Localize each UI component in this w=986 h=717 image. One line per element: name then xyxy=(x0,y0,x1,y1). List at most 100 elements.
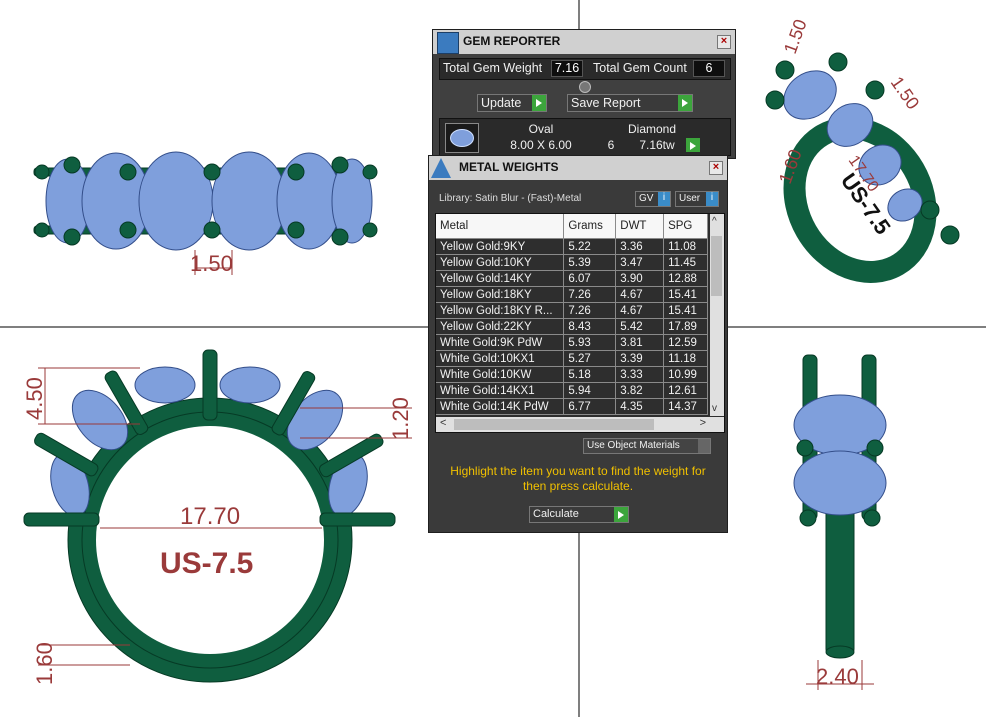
table-row[interactable]: White Gold:10KX1 5.27 3.39 11.18 xyxy=(436,350,708,367)
table-cell: 7.26 xyxy=(563,302,617,319)
table-cell: 11.08 xyxy=(663,238,708,255)
column-header[interactable]: Metal xyxy=(436,214,565,239)
column-header[interactable]: DWT xyxy=(615,214,665,239)
table-row[interactable]: Yellow Gold:22KY 8.43 5.42 17.89 xyxy=(436,318,708,335)
table-cell: 8.43 xyxy=(563,318,617,335)
table-cell: 6.07 xyxy=(563,270,617,287)
flask-icon xyxy=(431,158,451,178)
use-object-materials-button[interactable]: Use Object Materials xyxy=(583,438,711,454)
table-cell: 17.89 xyxy=(663,318,708,335)
table-cell: 3.47 xyxy=(615,254,665,271)
scroll-down-icon[interactable]: v xyxy=(712,403,717,414)
gem-reporter-app-icon xyxy=(437,32,459,54)
save-report-button-label: Save Report xyxy=(571,96,641,110)
table-row[interactable]: White Gold:14K PdW 6.77 4.35 14.37 xyxy=(436,398,708,415)
table-cell: 5.39 xyxy=(563,254,617,271)
table-cell: 12.59 xyxy=(663,334,708,351)
perspective-dimension: 1.50 xyxy=(887,73,923,113)
table-row[interactable]: Yellow Gold:14KY 6.07 3.90 12.88 xyxy=(436,270,708,287)
table-cell: 15.41 xyxy=(663,302,708,319)
gem-reporter-titlebar[interactable]: GEM REPORTER × xyxy=(433,30,735,54)
table-cell: 3.82 xyxy=(615,382,665,399)
info-icon: i xyxy=(658,192,670,206)
toggle-icon xyxy=(698,439,710,453)
table-cell: 5.18 xyxy=(563,366,617,383)
gv-button-label: GV xyxy=(639,193,654,204)
table-cell: 10.99 xyxy=(663,366,708,383)
play-arrow-icon xyxy=(686,138,700,152)
table-cell: Yellow Gold:10KY xyxy=(436,254,565,271)
update-button[interactable]: Update xyxy=(477,94,547,112)
table-cell: 3.33 xyxy=(615,366,665,383)
total-gem-weight-label: Total Gem Weight xyxy=(443,61,543,75)
table-row[interactable]: Yellow Gold:18KY R... 7.26 4.67 15.41 xyxy=(436,302,708,319)
user-button[interactable]: User i xyxy=(675,191,719,207)
gem-reporter-panel: GEM REPORTER × Total Gem Weight 7.16 Tot… xyxy=(432,29,736,159)
table-cell: 5.27 xyxy=(563,350,617,367)
close-icon[interactable]: × xyxy=(717,35,731,49)
update-button-label: Update xyxy=(481,96,522,110)
front-height-dimension: 4.50 xyxy=(22,377,47,420)
scroll-left-icon[interactable]: < xyxy=(440,417,446,429)
gem-row-arrow-button[interactable] xyxy=(686,138,700,152)
vertical-scrollbar[interactable]: ^ v xyxy=(710,214,724,416)
column-header[interactable]: Grams xyxy=(563,214,617,239)
use-object-materials-label: Use Object Materials xyxy=(587,440,680,451)
scrollbar-thumb[interactable] xyxy=(454,419,654,430)
table-cell: Yellow Gold:18KY xyxy=(436,286,565,303)
oval-gem-thumbnail-icon xyxy=(445,123,479,153)
table-row[interactable]: Yellow Gold:10KY 5.39 3.47 11.45 xyxy=(436,254,708,271)
library-label: Library: Satin Blur - (Fast)-Metal xyxy=(439,193,582,204)
collapse-handle-icon[interactable] xyxy=(579,81,591,93)
table-cell: White Gold:14KX1 xyxy=(436,382,565,399)
top-width-dimension: 1.50 xyxy=(190,251,233,276)
play-arrow-icon xyxy=(678,95,692,111)
table-cell: 3.36 xyxy=(615,238,665,255)
gem-stone xyxy=(211,151,287,251)
table-cell: 3.39 xyxy=(615,350,665,367)
gem-shape: Oval xyxy=(528,122,554,136)
table-row[interactable]: White Gold:10KW 5.18 3.33 10.99 xyxy=(436,366,708,383)
table-cell: 11.45 xyxy=(663,254,708,271)
save-report-button[interactable]: Save Report xyxy=(567,94,693,112)
table-cell: 5.42 xyxy=(615,318,665,335)
gem-weight: 7.16tw xyxy=(639,138,675,152)
front-band-dimension: 1.20 xyxy=(388,397,413,440)
gem-size: 8.00 X 6.00 xyxy=(510,138,572,152)
metal-weights-panel: METAL WEIGHTS × Library: Satin Blur - (F… xyxy=(428,155,728,533)
play-arrow-icon xyxy=(532,95,546,111)
front-view: 4.50 1.20 17.70 US-7.5 1.60 xyxy=(22,349,413,685)
table-cell: Yellow Gold:14KY xyxy=(436,270,565,287)
gem-reporter-title: GEM REPORTER xyxy=(463,34,561,48)
front-diameter-dimension: 17.70 xyxy=(180,503,240,530)
table-cell: White Gold:9K PdW xyxy=(436,334,565,351)
side-width-dimension: 2.40 xyxy=(816,664,859,689)
calculate-button[interactable]: Calculate xyxy=(529,506,629,523)
metal-weights-titlebar[interactable]: METAL WEIGHTS × xyxy=(429,156,727,180)
table-cell: White Gold:10KX1 xyxy=(436,350,565,367)
metal-table-container[interactable]: Metal Grams DWT SPG Yellow Gold:9KY 5.22 3… xyxy=(435,213,725,433)
scrollbar-thumb[interactable] xyxy=(711,236,722,296)
horizontal-scrollbar[interactable]: < > xyxy=(436,417,724,432)
user-button-label: User xyxy=(679,193,701,204)
table-cell: 7.26 xyxy=(563,286,617,303)
table-row[interactable]: Yellow Gold:9KY 5.22 3.36 11.08 xyxy=(436,238,708,255)
total-gem-count-label: Total Gem Count xyxy=(593,61,687,75)
table-row[interactable]: White Gold:9K PdW 5.93 3.81 12.59 xyxy=(436,334,708,351)
front-bottom-dimension: 1.60 xyxy=(32,642,57,685)
top-view: 1.50 xyxy=(33,151,378,276)
table-cell: 3.81 xyxy=(615,334,665,351)
scroll-up-icon[interactable]: ^ xyxy=(712,216,717,227)
column-header[interactable]: SPG xyxy=(663,214,708,239)
gv-button[interactable]: GV i xyxy=(635,191,671,207)
table-cell: 4.67 xyxy=(615,286,665,303)
table-cell: Yellow Gold:9KY xyxy=(436,238,565,255)
table-row[interactable]: White Gold:14KX1 5.94 3.82 12.61 xyxy=(436,382,708,399)
close-icon[interactable]: × xyxy=(709,161,723,175)
table-cell: White Gold:14K PdW xyxy=(436,398,565,415)
scroll-right-icon[interactable]: > xyxy=(700,417,706,429)
table-row[interactable]: Yellow Gold:18KY 7.26 4.67 15.41 xyxy=(436,286,708,303)
perspective-view: 1.50 1.50 1.60 17.70 US-7.5 xyxy=(765,17,960,283)
table-cell: 3.90 xyxy=(615,270,665,287)
table-cell: 12.88 xyxy=(663,270,708,287)
